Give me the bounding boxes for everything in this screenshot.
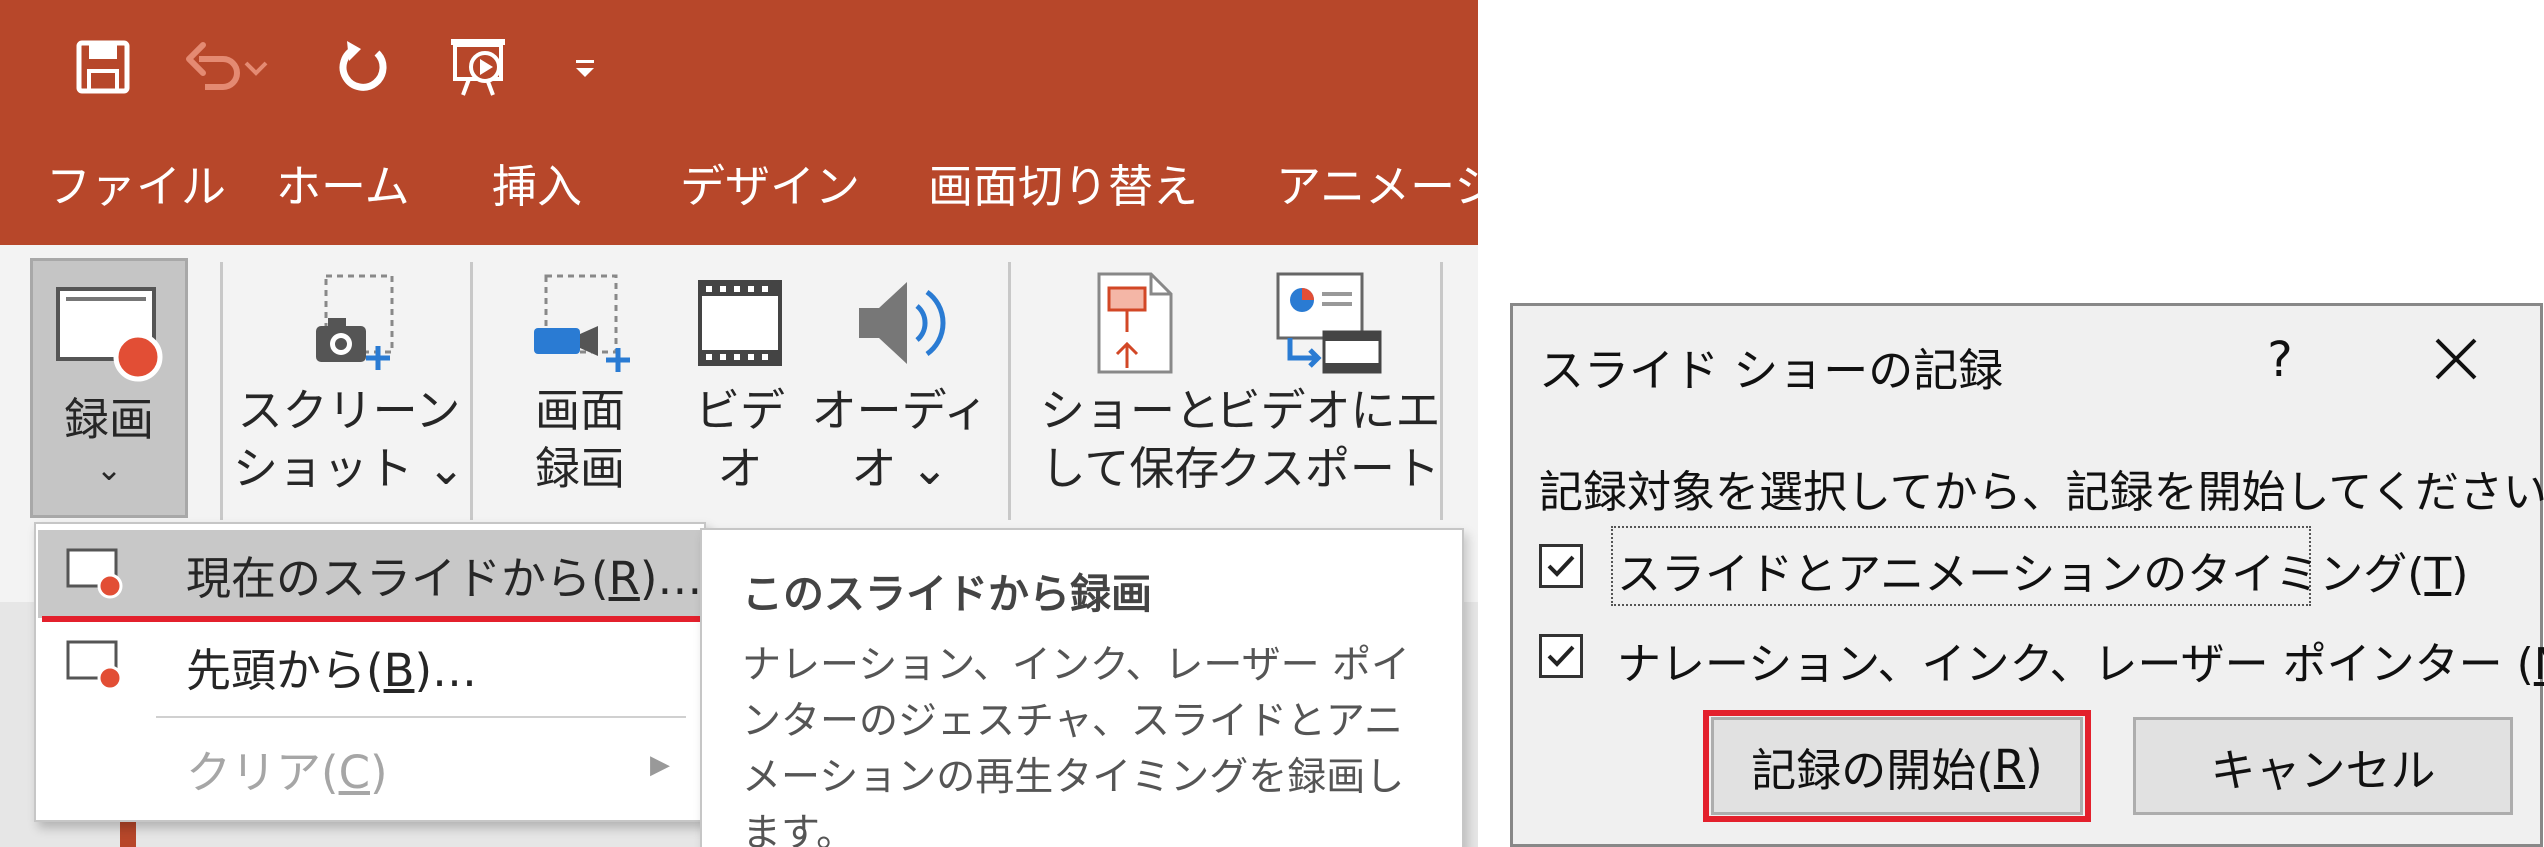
video-label-1: ビデ: [694, 384, 785, 437]
tooltip: このスライドから録画 ナレーション、インク、レーザー ポインターのジェスチャ、ス…: [700, 528, 1464, 847]
menu-item-clear[interactable]: クリア(C) ▶: [38, 724, 702, 812]
menu-item-label: 現在のスライドから(R)…: [186, 551, 703, 605]
tab-insert[interactable]: 挿入: [492, 142, 582, 232]
video-label-2: オ: [717, 442, 763, 495]
start-button-highlight: [1703, 710, 2091, 822]
slideshow-from-start-icon[interactable]: [434, 22, 524, 112]
video-film-icon: [690, 268, 790, 382]
tab-file[interactable]: ファイル: [46, 142, 226, 232]
audio-label-2: オ ⌄: [851, 442, 949, 495]
tab-animations[interactable]: アニメーショ: [1276, 142, 1478, 232]
screen-recording-icon: [520, 268, 640, 382]
timing-checkbox[interactable]: [1539, 544, 1583, 588]
help-button[interactable]: ?: [2240, 320, 2320, 400]
save-icon[interactable]: [58, 22, 148, 112]
customize-qat-icon[interactable]: [560, 22, 610, 112]
close-icon[interactable]: [2411, 320, 2501, 400]
tab-transitions[interactable]: 画面切り替え: [928, 142, 1198, 232]
dialog-title: スライド ショーの記録: [1539, 344, 2004, 397]
narration-checkbox[interactable]: [1539, 634, 1583, 678]
dialog-instruction: 記録対象を選択してから、記録を開始してください。: [1539, 467, 2544, 518]
screenshot-label-2: ショット ⌄: [233, 442, 466, 495]
title-bar: ファイル ホーム 挿入 デザイン 画面切り替え アニメーショ: [0, 0, 1478, 245]
export-video-label-2: クスポート: [1216, 442, 1440, 495]
record-dropdown-menu: 現在のスライドから(R)… 先頭から(B)… クリア(C) ▶: [34, 522, 706, 822]
group-divider: [1008, 262, 1011, 520]
save-as-show-icon: [1075, 268, 1185, 382]
speaker-icon: [845, 268, 955, 382]
submenu-arrow-icon: ▶: [650, 750, 670, 780]
screen-recording-label-1: 画面: [534, 384, 625, 437]
menu-separator: [156, 716, 686, 718]
record-slide-icon: [64, 636, 126, 696]
powerpoint-window: ファイル ホーム 挿入 デザイン 画面切り替え アニメーショ 録画 ⌄: [0, 0, 1478, 847]
cancel-button[interactable]: キャンセル: [2133, 717, 2513, 815]
chevron-down-icon: ⌄: [95, 450, 123, 488]
audio-button[interactable]: オーディ オ ⌄: [812, 268, 988, 518]
export-video-button[interactable]: ビデオにエ クスポート: [1216, 268, 1441, 518]
screen-recording-button[interactable]: 画面 録画: [510, 268, 650, 518]
undo-dropdown-icon[interactable]: [236, 22, 276, 112]
tab-design[interactable]: デザイン: [680, 142, 860, 232]
menu-item-label: 先頭から(B)…: [186, 643, 477, 697]
screen-recording-label-2: 録画: [534, 442, 625, 495]
group-divider: [470, 262, 473, 520]
timing-checkbox-label[interactable]: スライドとアニメーションのタイミング(T): [1617, 538, 2468, 602]
save-as-show-label-1: ショーと: [1040, 384, 1221, 437]
narration-checkbox-label[interactable]: ナレーション、インク、レーザー ポインター (N): [1617, 628, 2544, 692]
save-as-show-label-2: して保存: [1040, 442, 1220, 495]
export-video-label-1: ビデオにエ: [1215, 384, 1441, 437]
screenshot-icon: [294, 268, 404, 382]
redo-icon[interactable]: [318, 22, 408, 112]
tooltip-body: ナレーション、インク、レーザー ポインターのジェスチャ、スライドとアニメーション…: [742, 643, 1410, 847]
record-slide-icon: [64, 544, 126, 604]
audio-label-1: オーディ: [811, 384, 989, 437]
tooltip-title: このスライドから録画: [742, 570, 1152, 618]
record-label: 録画: [63, 393, 154, 446]
record-slide-icon: [54, 285, 164, 383]
record-slide-show-dialog: スライド ショーの記録 ? 記録対象を選択してから、記録を開始してください。 ス…: [1510, 303, 2544, 847]
video-button[interactable]: ビデ オ: [680, 268, 800, 518]
record-button[interactable]: 録画 ⌄: [30, 258, 188, 518]
group-divider: [1440, 262, 1443, 520]
export-video-icon: [1268, 268, 1388, 382]
menu-item-record-from-current[interactable]: 現在のスライドから(R)…: [38, 530, 702, 618]
tab-home[interactable]: ホーム: [276, 142, 410, 232]
menu-item-label: クリア(C): [186, 745, 388, 799]
group-divider: [220, 262, 223, 520]
menu-item-record-from-beginning[interactable]: 先頭から(B)…: [38, 622, 702, 710]
slide-thumbnail-edge: [120, 820, 136, 847]
save-as-show-button[interactable]: ショーと して保存: [1040, 268, 1220, 518]
screenshot-label-1: スクリーン: [237, 384, 461, 437]
screenshot-button[interactable]: スクリーン ショット ⌄: [233, 268, 465, 518]
